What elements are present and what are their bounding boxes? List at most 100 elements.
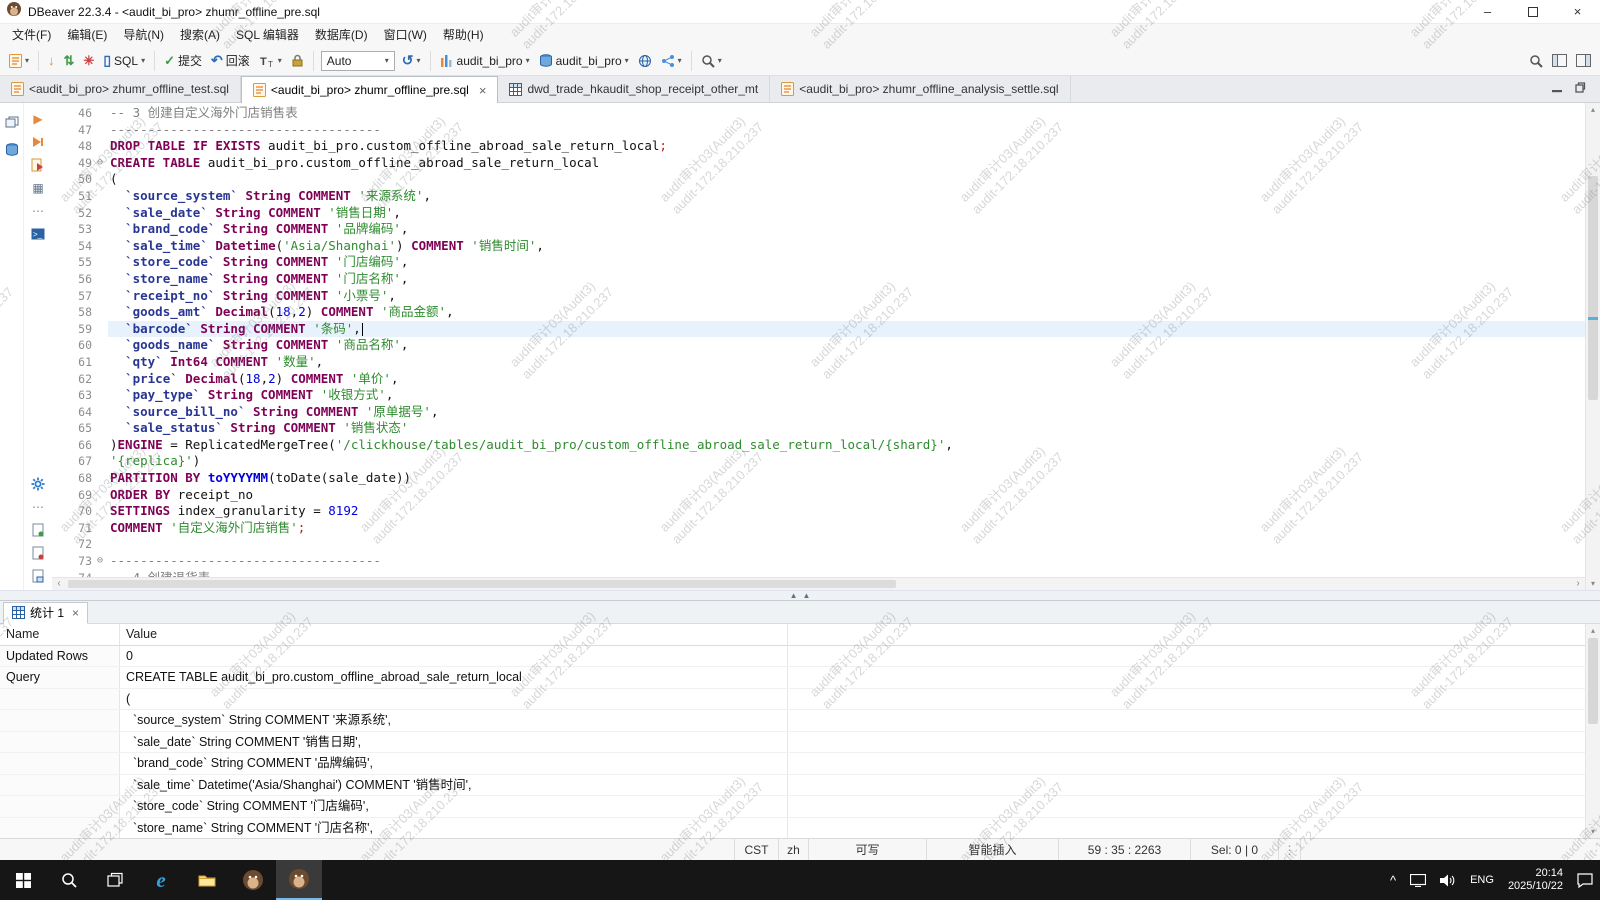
more-icon[interactable]: ⋯ — [30, 499, 46, 515]
line-number[interactable]: 64 — [52, 404, 92, 421]
code-line[interactable]: 65 `sale_status` String COMMENT '销售状态' — [52, 420, 1585, 437]
quick-search-button[interactable] — [1525, 51, 1547, 71]
editor-tab[interactable]: <audit_bi_pro> zhumr_offline_analysis_se… — [770, 76, 1070, 102]
code-line[interactable]: 46-- 3 创建自定义海外门店销售表 — [52, 105, 1585, 122]
delete-file-icon[interactable] — [30, 545, 46, 561]
code-line[interactable]: 61 `qty` Int64 COMMENT '数量', — [52, 354, 1585, 371]
volume-icon[interactable] — [1433, 860, 1463, 900]
schema-selector[interactable]: audit_bi_pro▾ — [535, 51, 633, 71]
text-case-button[interactable]: TT▾ — [255, 51, 286, 71]
scrollbar-thumb[interactable] — [1588, 638, 1598, 724]
search-button[interactable]: ▾ — [697, 51, 726, 71]
code-line[interactable]: 70SETTINGS index_granularity = 8192 — [52, 503, 1585, 520]
editor-tab[interactable]: dwd_trade_hkaudit_shop_receipt_other_mt — [498, 76, 770, 102]
scroll-right-icon[interactable]: › — [1571, 578, 1585, 590]
line-number[interactable]: 58 — [52, 304, 92, 321]
taskbar-search-button[interactable] — [46, 860, 92, 900]
internet-explorer-button[interactable]: e — [138, 860, 184, 900]
code-line[interactable]: 74-- 4 创建退货表 — [52, 570, 1585, 577]
restore-window-button[interactable] — [1510, 0, 1555, 23]
line-number[interactable]: 67 — [52, 453, 92, 470]
grid-row[interactable]: QueryCREATE TABLE audit_bi_pro.custom_of… — [0, 667, 1585, 689]
scroll-down-icon[interactable]: ▾ — [1586, 825, 1600, 838]
code-line[interactable]: 71COMMENT '自定义海外门店销售'; — [52, 520, 1585, 537]
start-button[interactable] — [0, 860, 46, 900]
line-number[interactable]: 60 — [52, 337, 92, 354]
commit-mode-select[interactable]: Auto▾ — [321, 51, 395, 71]
line-number[interactable]: 48 — [52, 138, 92, 155]
code-line[interactable]: 72 — [52, 536, 1585, 553]
code-line[interactable]: 69ORDER BY receipt_no — [52, 487, 1585, 504]
code-line[interactable]: 53 `brand_code` String COMMENT '品牌编码', — [52, 221, 1585, 238]
code-line[interactable]: 49⊖CREATE TABLE audit_bi_pro.custom_offl… — [52, 155, 1585, 172]
action-center-button[interactable] — [1570, 860, 1600, 900]
line-number[interactable]: 70 — [52, 503, 92, 520]
line-number[interactable]: 57 — [52, 288, 92, 305]
menu-item[interactable]: 窗口(W) — [376, 24, 435, 46]
scrollbar-thumb[interactable] — [1588, 176, 1598, 400]
menu-item[interactable]: 帮助(H) — [435, 24, 492, 46]
grid-row[interactable]: `source_system` String COMMENT '来源系统', — [0, 710, 1585, 732]
code-line[interactable]: 64 `source_bill_no` String COMMENT '原单据号… — [52, 404, 1585, 421]
code-line[interactable]: 62 `price` Decimal(18,2) COMMENT '单价', — [52, 371, 1585, 388]
line-number[interactable]: 50 — [52, 171, 92, 188]
code-line[interactable]: 66)ENGINE = ReplicatedMergeTree('/clickh… — [52, 437, 1585, 454]
file-explorer-button[interactable] — [184, 860, 230, 900]
code-line[interactable]: 60 `goods_name` String COMMENT '商品名称', — [52, 337, 1585, 354]
grid-row[interactable]: `brand_code` String COMMENT '品牌编码', — [0, 753, 1585, 775]
fetch-down-icon-button[interactable]: ↓ — [44, 50, 59, 71]
statistics-tab[interactable]: 统计 1 × — [3, 602, 88, 624]
code-line[interactable]: 73⊖------------------------------------ — [52, 553, 1585, 570]
cancel-query-button[interactable]: ✳ — [79, 50, 98, 72]
line-number[interactable]: 49 — [52, 155, 92, 172]
code-line[interactable]: 68PARTITION BY toYYYYMM(toDate(sale_date… — [52, 470, 1585, 487]
code-line[interactable]: 57 `receipt_no` String COMMENT '小票号', — [52, 288, 1585, 305]
grid-row[interactable]: `store_code` String COMMENT '门店编码', — [0, 796, 1585, 818]
code-line[interactable]: 54 `sale_time` Datetime('Asia/Shanghai')… — [52, 238, 1585, 255]
line-number[interactable]: 51 — [52, 188, 92, 205]
more-actions-icon[interactable]: ⋯ — [30, 203, 46, 219]
save-file-icon[interactable] — [30, 522, 46, 538]
line-number[interactable]: 54 — [52, 238, 92, 255]
menu-item[interactable]: 导航(N) — [115, 24, 172, 46]
code-line[interactable]: 48DROP TABLE IF EXISTS audit_bi_pro.cust… — [52, 138, 1585, 155]
transaction-mode-button[interactable]: ▯SQL▾ — [99, 49, 149, 72]
code-line[interactable]: 47------------------------------------ — [52, 122, 1585, 139]
code-line[interactable]: 51 `source_system` String COMMENT '来源系统'… — [52, 188, 1585, 205]
taskbar-clock[interactable]: 20:14 2025/10/22 — [1501, 860, 1570, 900]
scrollbar-thumb[interactable] — [68, 580, 896, 588]
rollback-button[interactable]: ↶回滚 — [207, 49, 254, 72]
line-number[interactable]: 53 — [52, 221, 92, 238]
maximize-editor-icon[interactable] — [1575, 80, 1586, 98]
line-number[interactable]: 63 — [52, 387, 92, 404]
lock-icon-button[interactable] — [287, 51, 308, 70]
execute-script-icon[interactable] — [30, 134, 46, 150]
menu-item[interactable]: SQL 编辑器 — [228, 24, 307, 46]
code-line[interactable]: 67'{replica}') — [52, 453, 1585, 470]
scroll-down-icon[interactable]: ▾ — [1586, 577, 1600, 590]
horizontal-scrollbar[interactable]: ‹ › — [52, 577, 1585, 590]
status-more-icon[interactable]: ⋮ — [1278, 839, 1300, 860]
minimize-editor-icon[interactable] — [1552, 80, 1563, 98]
menu-item[interactable]: 编辑(E) — [59, 24, 115, 46]
panel-splitter[interactable]: ▲ ▲ — [0, 590, 1600, 600]
network-icon-button[interactable]: ▾ — [657, 51, 686, 71]
code-line[interactable]: 63 `pay_type` String COMMENT '收银方式', — [52, 387, 1585, 404]
scroll-left-icon[interactable]: ‹ — [52, 578, 66, 590]
editor-tab[interactable]: <audit_bi_pro> zhumr_offline_pre.sql× — [241, 76, 499, 103]
code-viewport[interactable]: 46-- 3 创建自定义海外门店销售表47-------------------… — [52, 103, 1585, 577]
menu-item[interactable]: 数据库(D) — [307, 24, 376, 46]
fold-collapse-icon[interactable]: ⊖ — [92, 553, 108, 570]
line-number[interactable]: 74 — [52, 570, 92, 577]
statistics-grid[interactable]: NameValueUpdated Rows0QueryCREATE TABLE … — [0, 624, 1585, 838]
menu-item[interactable]: 搜索(A) — [172, 24, 228, 46]
line-number[interactable]: 72 — [52, 536, 92, 553]
execute-new-tab-icon[interactable] — [30, 157, 46, 173]
database-navigator-icon[interactable] — [5, 143, 19, 162]
hidden-icons-chevron[interactable]: ^ — [1383, 860, 1403, 900]
execute-statement-icon[interactable]: ▶ — [30, 111, 46, 127]
code-line[interactable]: 55 `store_code` String COMMENT '门店编码', — [52, 254, 1585, 271]
collapse-up-icon[interactable]: ▲ — [803, 592, 811, 600]
task-view-button[interactable] — [92, 860, 138, 900]
export-file-icon[interactable] — [30, 568, 46, 584]
